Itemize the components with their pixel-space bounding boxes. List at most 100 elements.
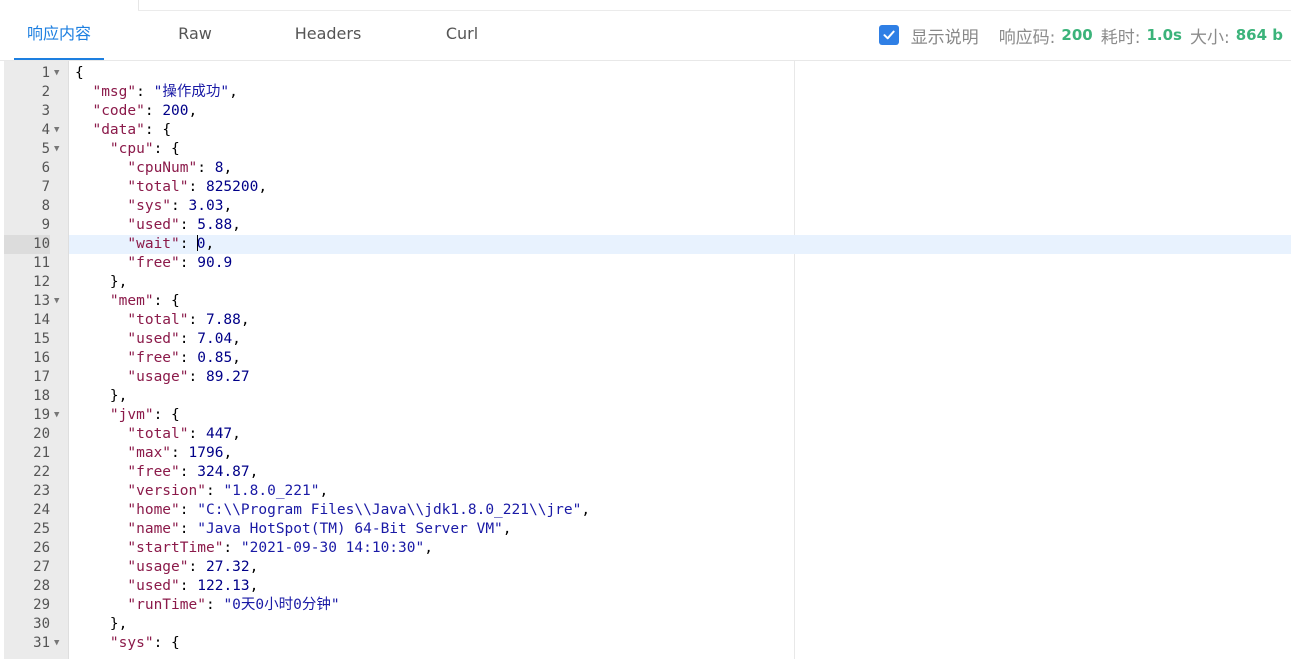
line-number: 16 [33,350,50,366]
json-punct: , [223,445,233,461]
line-number: 17 [33,369,50,385]
code-line[interactable]: 3 "code": 200, [4,102,1291,121]
json-string: "C:\\Program Files\\Java\\jdk1.8.0_221\\… [197,502,582,518]
json-punct: , [232,350,241,366]
code-line[interactable]: 18 }, [4,387,1291,406]
response-tab-bar: 响应内容 Raw Headers Curl 显示说明 响应码: 200 耗时: … [0,12,1291,61]
json-punct: : [179,578,198,594]
fold-toggle-icon[interactable]: ▼ [54,64,64,83]
code-text: "used": 5.88, [75,216,241,235]
code-line[interactable]: 20 "total": 447, [4,425,1291,444]
code-text: "total": 7.88, [75,311,250,330]
json-key: "max" [127,445,172,461]
show-desc-checkbox[interactable] [878,25,899,45]
json-punct: , [232,426,241,442]
code-text: "code": 200, [75,102,197,121]
json-punct: }, [109,616,128,632]
code-line[interactable]: 17 "usage": 89.27 [4,368,1291,387]
json-number: 27.32 [205,559,250,575]
json-punct: , [240,312,250,328]
code-line[interactable]: 9 "used": 5.88, [4,216,1291,235]
json-key: "version" [127,483,206,499]
code-line[interactable]: 27 "usage": 27.32, [4,558,1291,577]
json-punct: : { [153,635,180,651]
code-text: "startTime": "2021-09-30 14:10:30", [75,539,433,558]
code-line[interactable]: 10 "wait": 0, [4,235,1291,254]
fold-toggle-icon[interactable]: ▼ [54,140,64,159]
json-key: "sys" [109,635,154,651]
line-number: 27 [33,559,50,575]
json-punct: , [232,217,241,233]
code-line[interactable]: 6 "cpuNum": 8, [4,159,1291,178]
tab-headers[interactable]: Headers [286,12,370,58]
code-line[interactable]: 30 }, [4,615,1291,634]
json-key: "usage" [127,369,189,385]
tab-response-content[interactable]: 响应内容 [14,12,104,60]
code-line[interactable]: 24 "home": "C:\\Program Files\\Java\\jdk… [4,501,1291,520]
json-key: "name" [127,521,180,537]
code-line[interactable]: 29 "runTime": "0天0小时0分钟" [4,596,1291,615]
line-number: 9 [41,217,50,233]
code-line[interactable]: 13 ▼ "mem": { [4,292,1291,311]
json-key: "startTime" [127,540,224,556]
json-punct: , [249,559,259,575]
fold-toggle-icon[interactable]: ▼ [54,406,64,425]
code-line[interactable]: 8 "sys": 3.03, [4,197,1291,216]
json-key: "cpu" [109,141,154,157]
json-key: "used" [127,331,180,347]
code-line[interactable]: 19 ▼ "jvm": { [4,406,1291,425]
code-line[interactable]: 11 "free": 90.9 [4,254,1291,273]
json-punct: }, [109,274,128,290]
tab-curl[interactable]: Curl [430,12,494,58]
json-key: "msg" [92,84,137,100]
line-number: 24 [33,502,50,518]
code-text: "total": 447, [75,425,241,444]
json-number: 200 [162,103,189,119]
json-string: "0天0小时0分钟" [223,597,340,613]
json-punct: : [171,198,189,214]
code-text: "usage": 27.32, [75,558,258,577]
line-number: 31 [33,635,50,651]
fold-toggle-icon[interactable]: ▼ [54,121,64,140]
show-desc-label[interactable]: 显示说明 [911,23,979,48]
code-line[interactable]: 26 "startTime": "2021-09-30 14:10:30", [4,539,1291,558]
size-label: 大小: [1189,27,1230,48]
code-line[interactable]: 7 "total": 825200, [4,178,1291,197]
json-punct: : { [144,122,172,138]
code-line[interactable]: 5 ▼ "cpu": { [4,140,1291,159]
tab-raw[interactable]: Raw [160,12,230,58]
json-key: "wait" [127,236,180,252]
json-number: 0.85 [197,350,233,366]
fold-toggle-icon[interactable]: ▼ [54,292,64,311]
line-number: 15 [33,331,50,347]
json-punct: : [205,597,224,613]
code-line[interactable]: 12 }, [4,273,1291,292]
code-line[interactable]: 31 ▼ "sys": { [4,634,1291,653]
code-line[interactable]: 28 "used": 122.13, [4,577,1291,596]
top-strip [0,0,1291,12]
code-text: "used": 7.04, [75,330,241,349]
code-line[interactable]: 22 "free": 324.87, [4,463,1291,482]
json-punct: , [258,179,268,195]
code-line[interactable]: 25 "name": "Java HotSpot(TM) 64-Bit Serv… [4,520,1291,539]
line-number: 18 [33,388,50,404]
code-line[interactable]: 21 "max": 1796, [4,444,1291,463]
line-number: 14 [33,312,50,328]
code-line[interactable]: 1 ▼ { [4,64,1291,83]
code-line[interactable]: 2 "msg": "操作成功", [4,83,1291,102]
line-number: 25 [33,521,50,537]
code-line[interactable]: 16 "free": 0.85, [4,349,1291,368]
line-number: 30 [33,616,50,632]
json-code-editor[interactable]: 1 ▼{2 "msg": "操作成功", 3 "code": 200, 4 ▼ "dat… [4,61,1291,659]
code-text: "msg": "操作成功", [75,83,237,102]
code-line[interactable]: 15 "used": 7.04, [4,330,1291,349]
json-punct: , [232,331,241,347]
code-line[interactable]: 23 "version": "1.8.0_221", [4,482,1291,501]
code-line[interactable]: 14 "total": 7.88, [4,311,1291,330]
json-punct: : [144,103,163,119]
json-punct: , [249,464,259,480]
code-line[interactable]: 4 ▼ "data": { [4,121,1291,140]
line-number: 10 [4,235,50,254]
fold-toggle-icon[interactable]: ▼ [54,634,64,653]
json-punct: , [581,502,591,518]
